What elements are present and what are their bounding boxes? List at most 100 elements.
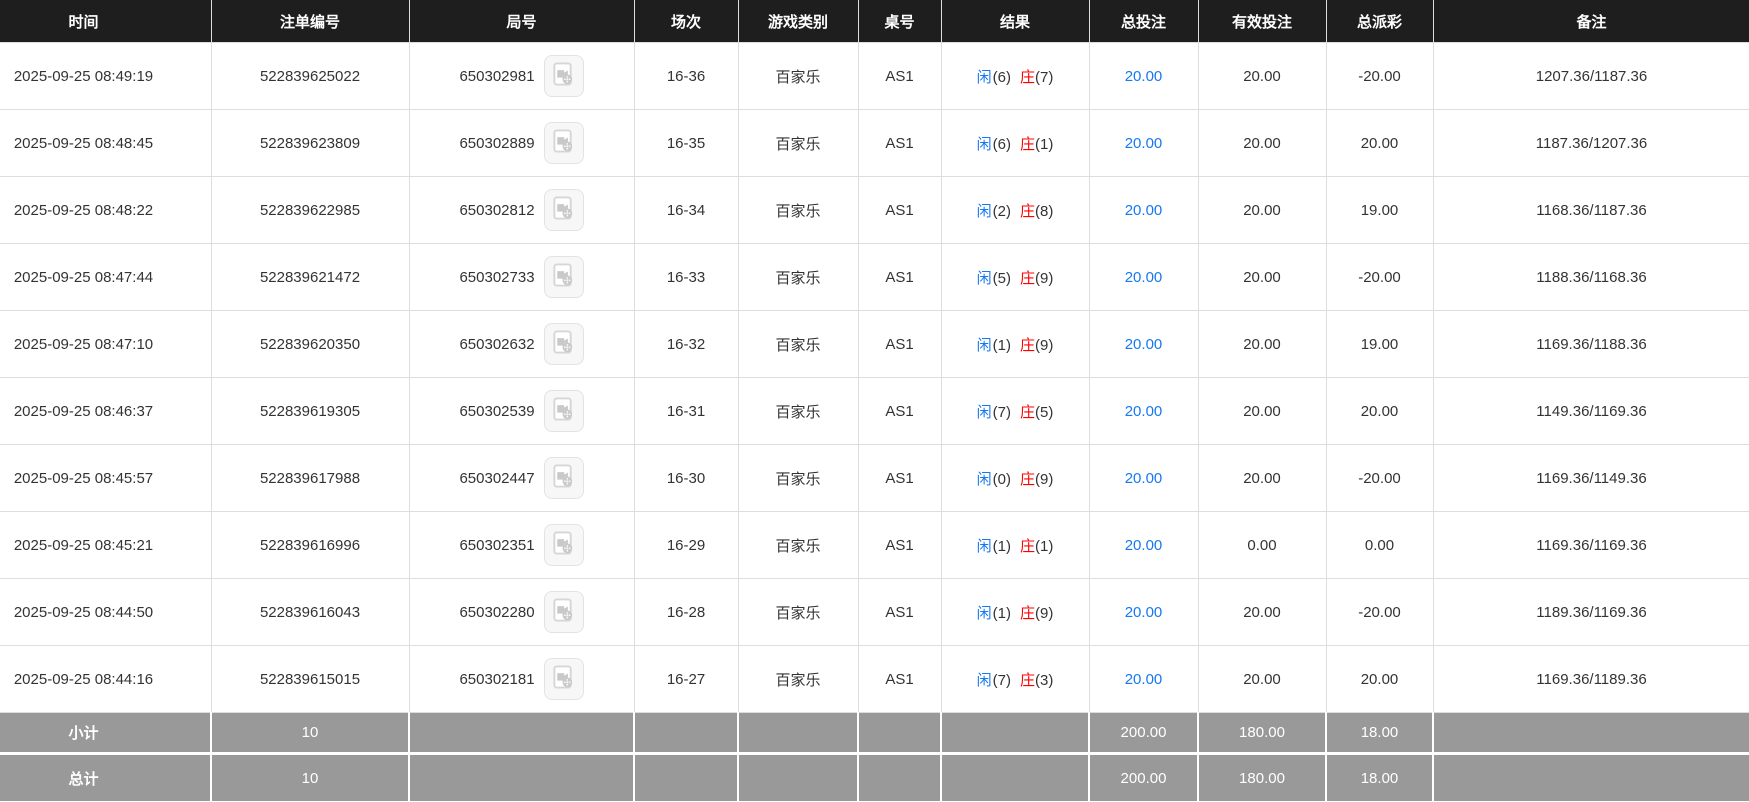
footer-label-cell: 总计: [0, 752, 212, 801]
footer-empty-cell: [940, 712, 1090, 755]
result-player-score: 5: [993, 270, 1011, 287]
table-header: 时间 注单编号 局号 场次 游戏类别 桌号 结果 总投注 有效投注 总派彩 备注: [0, 0, 1749, 43]
table-number-cell: AS1: [857, 42, 942, 110]
column-header-remark: 备注: [1432, 0, 1749, 43]
order-number-cell: 522839615015: [210, 645, 410, 713]
column-header-time: 时间: [0, 0, 212, 43]
result-cell: 闲1庄1: [940, 511, 1090, 579]
footer-valid-bet-cell: 180.00: [1197, 752, 1327, 801]
total-payout-cell: 20.00: [1325, 377, 1434, 445]
total-bet-link[interactable]: 20.00: [1125, 269, 1163, 286]
column-header-order_no: 注单编号: [210, 0, 410, 43]
header-row: 时间 注单编号 局号 场次 游戏类别 桌号 结果 总投注 有效投注 总派彩 备注: [0, 0, 1749, 43]
column-header-table_no: 桌号: [857, 0, 942, 43]
total-bet-link[interactable]: 20.00: [1125, 671, 1163, 688]
time-cell: 2025-09-25 08:45:57: [0, 444, 212, 512]
round-number-cell: 650302447: [408, 444, 635, 512]
valid-bet-cell: 20.00: [1197, 377, 1327, 445]
footer-total-payout-cell: 18.00: [1325, 712, 1434, 755]
round-number: 650302733: [459, 268, 535, 286]
total-payout-cell: 20.00: [1325, 645, 1434, 713]
total-bet-link[interactable]: 20.00: [1125, 604, 1163, 621]
video-replay-button[interactable]: [543, 390, 584, 432]
video-replay-icon: [551, 62, 576, 90]
result-player-score: 6: [993, 136, 1011, 153]
result-banker-label: 庄: [1020, 269, 1036, 287]
footer-count-cell: 10: [210, 752, 410, 801]
result-banker-score: 1: [1035, 136, 1053, 153]
total-payout-cell: 20.00: [1325, 109, 1434, 177]
total-bet-link[interactable]: 20.00: [1125, 135, 1163, 152]
time-cell: 2025-09-25 08:49:19: [0, 42, 212, 110]
table-row: 2025-09-25 08:48:45 522839623809 650302889…: [0, 109, 1749, 177]
video-replay-button[interactable]: [543, 122, 584, 164]
round-number-cell: 650302733: [408, 243, 635, 311]
total-bet-link[interactable]: 20.00: [1125, 470, 1163, 487]
time-cell: 2025-09-25 08:48:22: [0, 176, 212, 244]
total-bet-cell: 20.00: [1088, 243, 1199, 311]
time-cell: 2025-09-25 08:48:45: [0, 109, 212, 177]
total-payout-cell: 19.00: [1325, 310, 1434, 378]
valid-bet-cell: 20.00: [1197, 243, 1327, 311]
video-replay-button[interactable]: [543, 323, 584, 365]
footer-empty-cell: [857, 712, 942, 755]
time-cell: 2025-09-25 08:47:44: [0, 243, 212, 311]
time-cell: 2025-09-25 08:45:21: [0, 511, 212, 579]
total-bet-link[interactable]: 20.00: [1125, 202, 1163, 219]
round-cell-content: 650302812: [412, 189, 632, 231]
total-payout-cell: -20.00: [1325, 444, 1434, 512]
video-replay-button[interactable]: [543, 55, 584, 97]
video-replay-button[interactable]: [543, 189, 584, 231]
total-bet-link[interactable]: 20.00: [1125, 537, 1163, 554]
table-number-cell: AS1: [857, 511, 942, 579]
total-bet-link[interactable]: 20.00: [1125, 336, 1163, 353]
game-type-cell: 百家乐: [737, 42, 859, 110]
video-replay-icon: [551, 397, 576, 425]
total-bet-cell: 20.00: [1088, 444, 1199, 512]
result-player-score: 1: [993, 538, 1011, 555]
remark-cell: 1188.36/1168.36: [1432, 243, 1749, 311]
valid-bet-cell: 20.00: [1197, 109, 1327, 177]
video-replay-button[interactable]: [543, 591, 584, 633]
video-replay-button[interactable]: [543, 256, 584, 298]
footer-total-bet-cell: 200.00: [1088, 712, 1199, 755]
result-player-label: 闲: [976, 403, 992, 421]
round-cell-content: 650302181: [412, 658, 632, 700]
table-viewport: 时间 注单编号 局号 场次 游戏类别 桌号 结果 总投注 有效投注 总派彩 备注 2025-09-2…: [0, 0, 1749, 802]
video-replay-button[interactable]: [543, 457, 584, 499]
result-player-score: 2: [993, 203, 1011, 220]
video-replay-button[interactable]: [543, 524, 584, 566]
result-player-score: 1: [993, 605, 1011, 622]
result-banker-score: 9: [1035, 605, 1053, 622]
result-player-label: 闲: [976, 671, 992, 689]
total-bet-link[interactable]: 20.00: [1125, 403, 1163, 420]
footer-label-cell: 小计: [0, 712, 212, 755]
order-number-cell: 522839616996: [210, 511, 410, 579]
column-header-round_no: 局号: [408, 0, 635, 43]
result-banker-score: 8: [1035, 203, 1053, 220]
result-banker-label: 庄: [1020, 604, 1036, 622]
valid-bet-cell: 20.00: [1197, 310, 1327, 378]
result-player-label: 闲: [976, 68, 992, 86]
round-number-cell: 650302981: [408, 42, 635, 110]
result-cell: 闲1庄9: [940, 310, 1090, 378]
round-number: 650302351: [459, 536, 535, 554]
total-bet-link[interactable]: 20.00: [1125, 68, 1163, 85]
valid-bet-cell: 20.00: [1197, 42, 1327, 110]
total-bet-cell: 20.00: [1088, 377, 1199, 445]
session-cell: 16-29: [633, 511, 739, 579]
footer-empty-cell: [737, 712, 859, 755]
round-cell-content: 650302280: [412, 591, 632, 633]
remark-cell: 1187.36/1207.36: [1432, 109, 1749, 177]
result-player-score: 7: [993, 672, 1011, 689]
table-row: 2025-09-25 08:46:37 522839619305 650302539…: [0, 377, 1749, 445]
round-number: 650302889: [459, 134, 535, 152]
result-player-score: 1: [993, 337, 1011, 354]
round-number-cell: 650302181: [408, 645, 635, 713]
table-row: 2025-09-25 08:47:10 522839620350 650302632…: [0, 310, 1749, 378]
result-banker-score: 9: [1035, 471, 1053, 488]
video-replay-button[interactable]: [543, 658, 584, 700]
result-banker-score: 7: [1035, 69, 1053, 86]
total-bet-cell: 20.00: [1088, 42, 1199, 110]
footer-valid-bet-cell: 180.00: [1197, 712, 1327, 755]
